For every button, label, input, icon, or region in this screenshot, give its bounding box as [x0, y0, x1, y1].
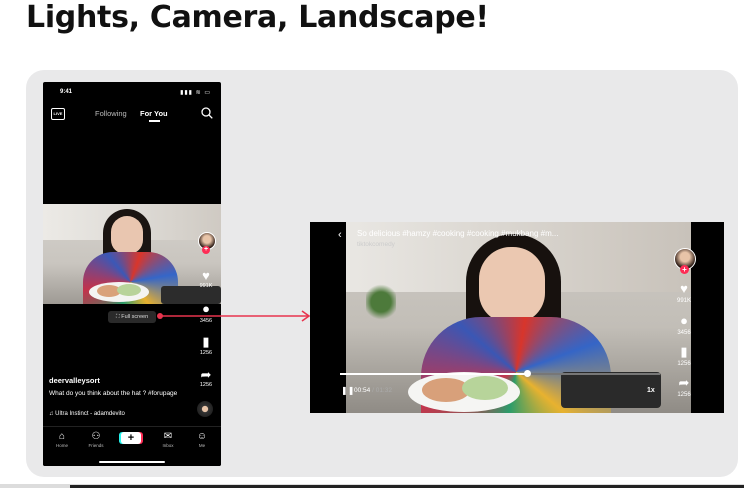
nav-me[interactable]: ☺ Me — [191, 431, 213, 448]
search-icon[interactable] — [201, 107, 213, 119]
nav-me-label: Me — [198, 443, 206, 448]
live-icon[interactable]: LIVE — [51, 108, 65, 120]
friends-icon: ⚇ — [91, 431, 101, 442]
status-icons: ▮▮▮ ≋ ▭ — [180, 90, 211, 96]
bottom-nav: ⌂ Home ⚇ Friends + ✉ Inbox ☺ Me — [43, 426, 221, 466]
comment-count: 3456 — [677, 330, 691, 336]
tab-following[interactable]: Following — [95, 109, 127, 118]
heart-icon[interactable]: ♥ — [196, 269, 216, 282]
follow-plus-icon[interactable]: + — [202, 246, 210, 254]
nav-home[interactable]: ⌂ Home — [51, 431, 73, 448]
profile-icon: ☺ — [196, 431, 208, 442]
inbox-icon: ✉ — [163, 431, 173, 442]
share-icon[interactable]: ➦ — [196, 368, 216, 381]
progress-fill — [340, 373, 528, 375]
home-icon: ⌂ — [58, 431, 66, 442]
speed-button[interactable]: 1x — [647, 387, 655, 394]
landscape-player[interactable]: ‹ So delicious #hamzy #cooking #cooking … — [310, 222, 724, 413]
save-count: 1256 — [199, 350, 213, 356]
connector-arrow — [157, 310, 311, 322]
nav-inbox[interactable]: ✉ Inbox — [157, 431, 179, 448]
video-title: So delicious #hamzy #cooking #cooking #m… — [357, 229, 559, 238]
tab-for-you[interactable]: For You — [140, 109, 168, 118]
share-count: 1256 — [677, 392, 691, 398]
save-count: 1256 — [677, 361, 691, 367]
home-indicator — [99, 461, 165, 463]
share-count: 1256 — [199, 382, 213, 388]
video-caption: What do you think about the hat ? #forup… — [49, 390, 178, 397]
phone-screen: 9:41 ▮▮▮ ≋ ▭ LIVE Following For You + ♥ … — [43, 82, 221, 466]
bookmark-icon[interactable]: ▮ — [196, 335, 216, 348]
create-button[interactable]: + — [121, 432, 141, 444]
follow-plus-icon[interactable]: + — [680, 265, 689, 274]
comment-icon[interactable]: ● — [674, 314, 694, 327]
nav-friends[interactable]: ⚇ Friends — [85, 431, 107, 448]
person-face — [111, 216, 143, 254]
tray — [561, 372, 661, 408]
nav-inbox-label: Inbox — [162, 443, 174, 448]
nav-home-label: Home — [55, 443, 68, 448]
pause-icon[interactable]: ❚❚ — [341, 386, 354, 395]
nav-friends-label: Friends — [88, 443, 104, 448]
bookmark-icon[interactable]: ▮ — [674, 345, 694, 358]
back-chevron-icon[interactable]: ‹ — [338, 229, 342, 241]
food — [462, 376, 508, 400]
like-count: 991K — [199, 283, 213, 289]
music-label[interactable]: ♫ Ultra Instinct - adamdevito — [49, 411, 125, 417]
plant — [366, 282, 396, 322]
person-face — [479, 247, 545, 323]
time-current: 00:54 — [354, 387, 371, 394]
progress-bar[interactable] — [340, 373, 660, 375]
creator-username[interactable]: tiktokcomedy — [357, 241, 395, 248]
heart-icon[interactable]: ♥ — [674, 282, 694, 295]
time-total: 01:32 — [375, 387, 392, 394]
video-thumbnail[interactable] — [43, 204, 221, 304]
like-count: 991K — [676, 298, 691, 304]
music-disc-icon[interactable] — [197, 401, 213, 417]
food — [117, 284, 141, 296]
page-title: Lights, Camera, Landscape! — [26, 0, 489, 35]
landscape-video[interactable] — [346, 222, 691, 413]
full-screen-button[interactable]: ⛶ Full screen — [108, 311, 156, 323]
creator-username[interactable]: deervalleysort — [49, 376, 100, 385]
time-readout: 00:54 / 01:32 — [354, 387, 392, 394]
share-icon[interactable]: ➦ — [674, 376, 694, 389]
tab-active-indicator — [149, 120, 160, 122]
status-time: 9:41 — [60, 89, 73, 95]
